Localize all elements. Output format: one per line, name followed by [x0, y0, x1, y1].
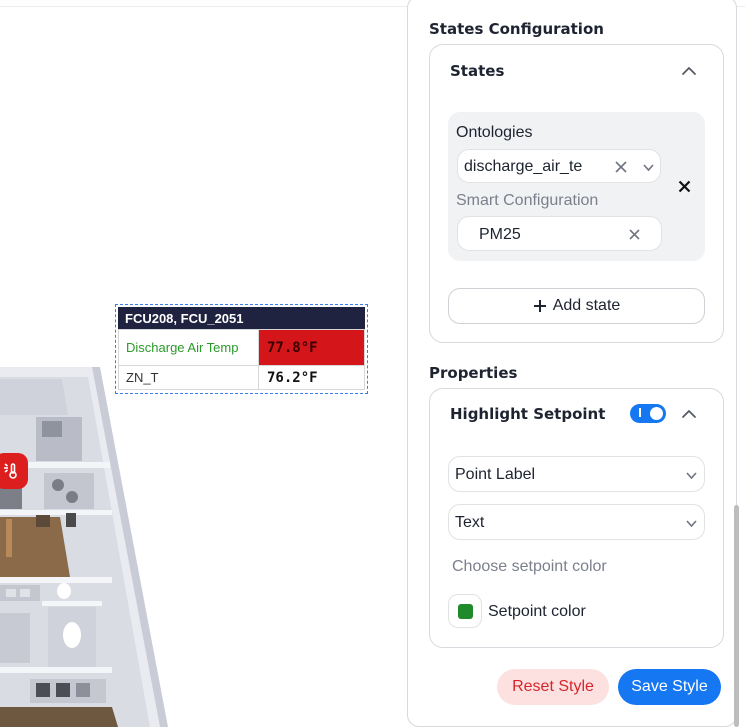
add-state-button[interactable]: Add state	[448, 288, 705, 324]
reset-style-button[interactable]: Reset Style	[497, 669, 609, 705]
chevron-down-icon	[686, 520, 697, 528]
table-row: ZN_T 76.2°F	[118, 365, 365, 390]
smart-configuration-label: Smart Configuration	[456, 192, 599, 209]
chevron-down-icon[interactable]	[642, 161, 655, 174]
setpoint-color-swatch	[458, 604, 473, 619]
states-configuration-title: States Configuration	[429, 20, 604, 38]
add-state-label: Add state	[552, 297, 621, 314]
states-card-title: States	[450, 62, 505, 80]
point-card-table: Discharge Air Temp 77.8°F ZN_T 76.2°F	[118, 329, 365, 390]
point-label: Discharge Air Temp	[118, 329, 259, 366]
setpoint-color-label: Setpoint color	[488, 603, 586, 620]
text-select-value: Text	[455, 514, 485, 531]
chevron-down-icon	[686, 472, 697, 480]
setpoint-color-picker[interactable]	[448, 594, 482, 628]
save-style-button[interactable]: Save Style	[618, 669, 721, 705]
clear-icon[interactable]	[628, 228, 641, 241]
vertical-scrollbar[interactable]	[734, 505, 739, 727]
smart-configuration-value: PM25	[479, 226, 521, 243]
remove-state-icon[interactable]	[678, 180, 691, 193]
highlight-setpoint-title: Highlight Setpoint	[450, 405, 606, 423]
smart-configuration-select[interactable]: PM25	[457, 216, 662, 251]
properties-title: Properties	[429, 364, 518, 382]
ontologies-label: Ontologies	[456, 124, 533, 141]
plus-icon	[533, 300, 546, 312]
toggle-knob	[650, 407, 663, 420]
app-root: FCU208, FCU_2051 Discharge Air Temp 77.8…	[0, 0, 745, 727]
point-value-alarm: 77.8°F	[258, 329, 365, 366]
point-value: 76.2°F	[258, 365, 365, 390]
chevron-up-icon[interactable]	[680, 405, 698, 423]
thermometer-sun-icon[interactable]	[0, 453, 28, 489]
point-label-select-value: Point Label	[455, 466, 536, 483]
text-select[interactable]: Text	[448, 504, 705, 540]
point-card-title: FCU208, FCU_2051	[118, 307, 365, 329]
ontology-select[interactable]: discharge_air_te	[457, 149, 661, 183]
toggle-on-mark	[639, 408, 641, 417]
point-data-card[interactable]: FCU208, FCU_2051 Discharge Air Temp 77.8…	[115, 304, 368, 394]
highlight-setpoint-toggle[interactable]	[630, 404, 666, 423]
table-row: Discharge Air Temp 77.8°F	[118, 329, 365, 366]
point-label-select[interactable]: Point Label	[448, 456, 705, 492]
choose-setpoint-color-label: Choose setpoint color	[452, 558, 607, 575]
chevron-up-icon[interactable]	[680, 62, 698, 80]
clear-icon[interactable]	[614, 160, 628, 174]
floorplan-canvas[interactable]: FCU208, FCU_2051 Discharge Air Temp 77.8…	[0, 7, 400, 727]
ontology-select-value: discharge_air_te	[464, 158, 583, 175]
point-label: ZN_T	[118, 365, 259, 390]
